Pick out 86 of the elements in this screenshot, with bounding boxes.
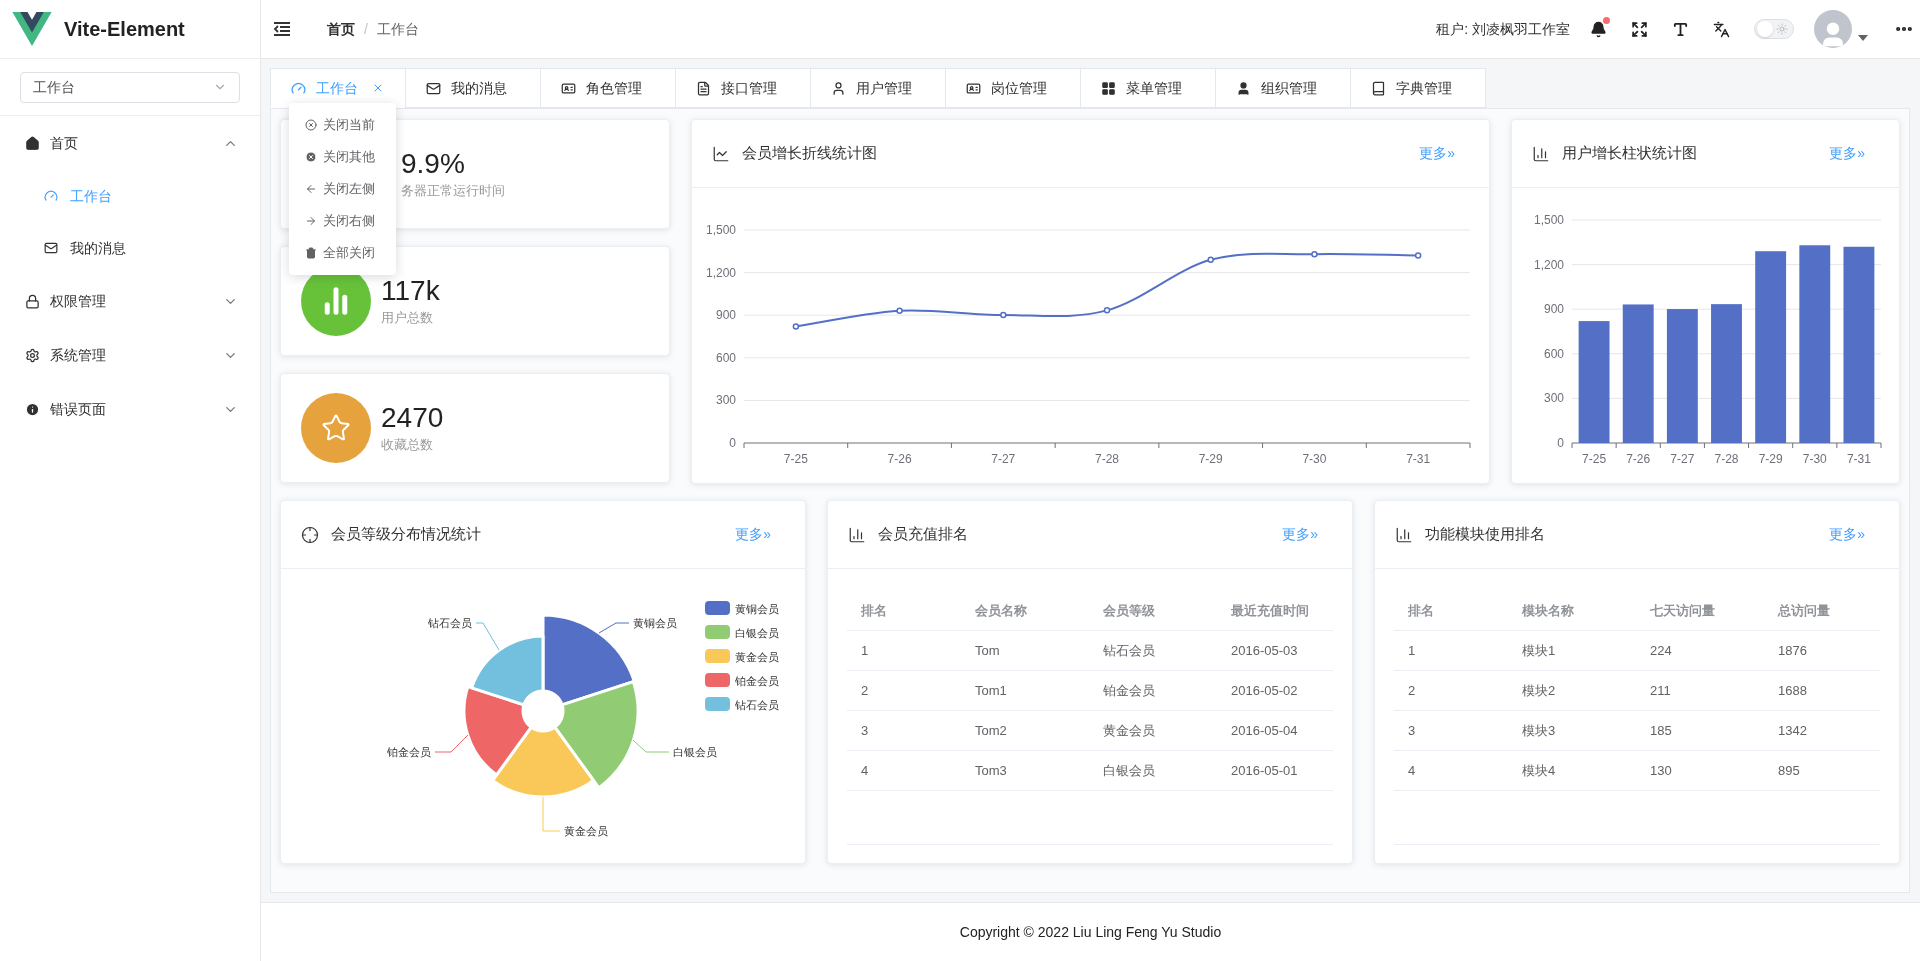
- table-cell-text: 1342: [1778, 721, 1808, 740]
- axis-label: 0: [1557, 436, 1564, 450]
- app-title: Vite-Element: [64, 17, 185, 42]
- table-cell-text: Tom2: [975, 721, 1008, 740]
- axis-label: 7-27: [991, 452, 1016, 466]
- slice-label: 黄金会员: [564, 825, 608, 837]
- slice-label: 钻石会员: [428, 617, 472, 629]
- axis-label: 7-25: [783, 452, 808, 466]
- table-cell-text: 铂金会员: [1103, 681, 1156, 700]
- axis-label: 900: [1543, 302, 1564, 317]
- axis-label: 0: [729, 436, 736, 450]
- axis-label: 7-25: [1582, 452, 1607, 466]
- column-header: 总访问量: [1778, 601, 1831, 620]
- column-header: 七天访问量: [1650, 601, 1716, 620]
- stat-label: 用户总数: [381, 309, 434, 328]
- slice-label: 黄铜会员: [633, 617, 677, 629]
- table-cell-text: 白银会员: [1103, 761, 1156, 780]
- slice-label: 铂金会员: [387, 746, 431, 758]
- table-cell-text: 钻石会员: [1103, 641, 1156, 660]
- card-title: 会员等级分布情况统计: [331, 524, 482, 545]
- axis-label: 7-30: [1302, 452, 1327, 466]
- table-cell-text: Tom3: [975, 761, 1008, 780]
- column-header: 模块名称: [1522, 601, 1575, 620]
- column-header: 排名: [1408, 601, 1435, 620]
- card-title: 用户增长柱状统计图: [1562, 143, 1698, 164]
- column-header: 会员名称: [975, 601, 1028, 620]
- axis-label: 300: [1543, 391, 1564, 406]
- axis-label: 300: [715, 393, 736, 408]
- table-cell-text: 模块1: [1522, 641, 1557, 660]
- stat-value: 9.9%: [401, 147, 466, 182]
- stat-label: 收藏总数: [381, 436, 434, 455]
- axis-label: 7-31: [1406, 452, 1431, 466]
- axis-label: 7-28: [1095, 452, 1119, 466]
- axis-label: 7-27: [1670, 452, 1695, 466]
- table-cell-text: 3: [1408, 721, 1417, 740]
- axis-label: 7-26: [1626, 452, 1651, 466]
- axis-label: 7-31: [1846, 452, 1871, 466]
- table-cell-text: 2: [861, 681, 870, 700]
- table-cell-text: Tom1: [975, 681, 1008, 700]
- table-cell-text: 2016-05-03: [1231, 641, 1299, 660]
- axis-label: 600: [715, 350, 736, 365]
- table-cell-text: 1: [861, 641, 870, 660]
- table-cell-text: 模块3: [1522, 721, 1557, 740]
- table-cell-text: 224: [1650, 641, 1673, 660]
- table-cell-text: 模块2: [1522, 681, 1557, 700]
- stat-label: 务器正常运行时间: [401, 182, 505, 201]
- table-cell-text: 211: [1650, 681, 1672, 700]
- table-cell-text: Tom: [975, 641, 1001, 660]
- table-cell-text: 1876: [1778, 641, 1808, 660]
- axis-label: 1,500: [1533, 213, 1564, 227]
- card-title: 会员增长折线统计图: [742, 143, 878, 164]
- table-cell-text: 1: [1408, 641, 1417, 660]
- table-cell-text: 3: [861, 721, 870, 740]
- axis-label: 7-29: [1198, 452, 1223, 466]
- stat-value: 117k: [381, 274, 440, 309]
- axis-label: 900: [715, 308, 736, 323]
- table-cell-text: 2016-05-02: [1231, 681, 1299, 700]
- axis-label: 7-29: [1758, 452, 1783, 466]
- table-cell-text: 4: [1408, 761, 1417, 780]
- breadcrumb-separator: /: [364, 19, 368, 39]
- axis-label: 7-28: [1714, 452, 1739, 466]
- table-cell-text: 130: [1650, 761, 1673, 780]
- copyright-text: Copyright © 2022 Liu Ling Feng Yu Studio: [959, 922, 1222, 942]
- table-cell-text: 2016-05-04: [1231, 721, 1299, 740]
- card-title: 会员充值排名: [878, 524, 969, 545]
- table-cell-text: 2: [1408, 681, 1417, 700]
- column-header: 排名: [861, 601, 888, 620]
- axis-label: 1,200: [1533, 257, 1564, 272]
- column-header: 会员等级: [1103, 601, 1156, 620]
- axis-label: 7-26: [887, 452, 912, 466]
- table-cell-text: 185: [1650, 721, 1673, 740]
- axis-label: 1,500: [705, 223, 736, 237]
- axis-label: 7-30: [1802, 452, 1827, 466]
- table-cell-text: 4: [861, 761, 870, 780]
- card-title: 功能模块使用排名: [1425, 524, 1546, 545]
- table-cell-text: 模块4: [1522, 761, 1557, 780]
- table-cell-text: 2016-05-01: [1231, 761, 1299, 780]
- tenant-label: 租户: 刘凌枫羽工作室: [1436, 19, 1570, 39]
- table-cell-text: 黄金会员: [1103, 721, 1156, 740]
- table-cell-text: 895: [1778, 761, 1801, 780]
- column-header: 最近充值时间: [1231, 601, 1310, 620]
- table-cell-text: 1688: [1778, 681, 1808, 700]
- axis-label: 600: [1543, 346, 1564, 361]
- stat-value: 2470: [381, 401, 444, 436]
- slice-label: 白银会员: [673, 746, 717, 758]
- axis-label: 1,200: [705, 265, 736, 280]
